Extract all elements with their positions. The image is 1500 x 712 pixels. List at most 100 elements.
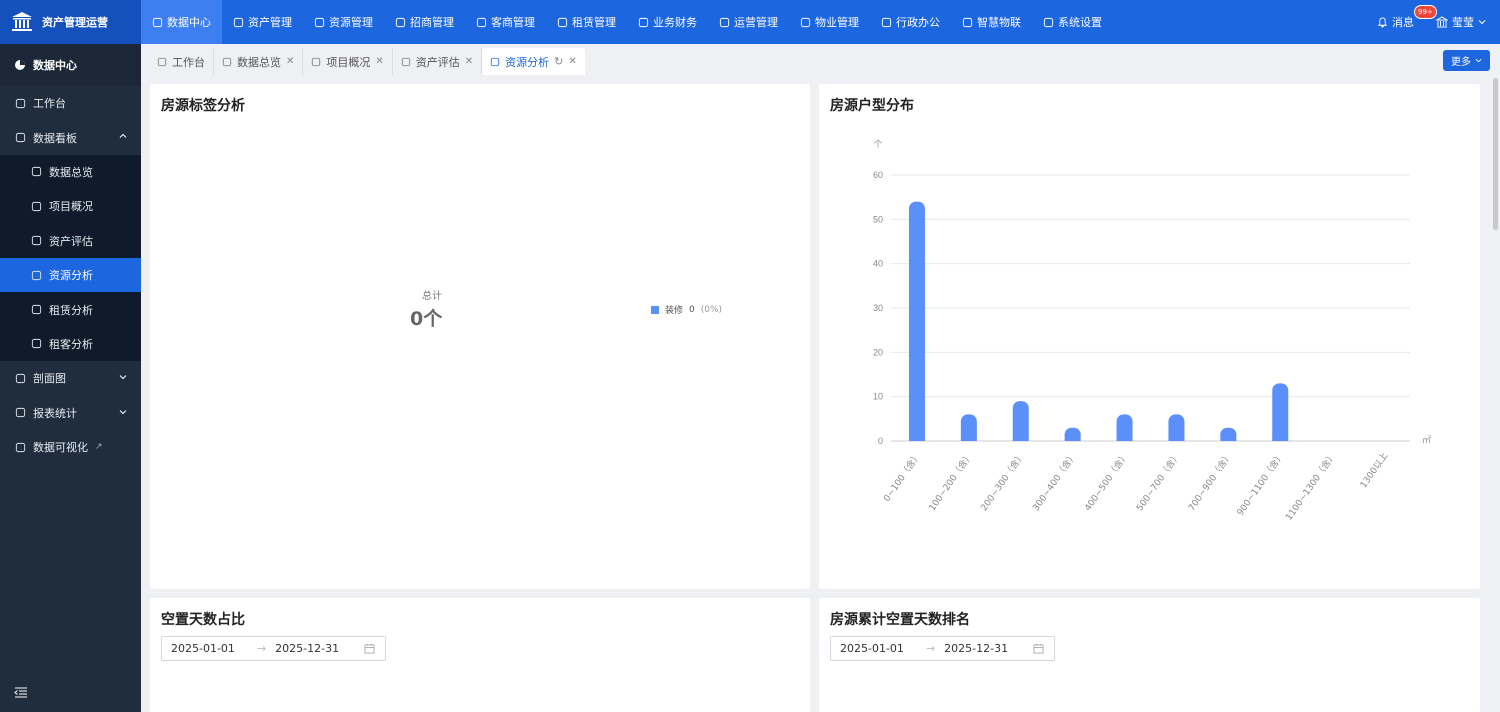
close-icon[interactable]: ✕ — [286, 56, 294, 67]
y-tick-label: 50 — [873, 214, 883, 224]
sidebar-item[interactable]: 租客分析 — [0, 326, 141, 362]
bar-base — [1168, 434, 1185, 441]
nav-item[interactable]: 系统设置 — [1032, 0, 1113, 44]
nav-item-label: 智慧物联 — [977, 16, 1021, 29]
analysis-icon — [31, 270, 42, 280]
date-range-picker[interactable]: 2025-01-01 → 2025-12-31 — [830, 636, 1055, 661]
legend-item[interactable]: 装修 0 (0%) — [651, 303, 722, 316]
start-date[interactable]: 2025-01-01 — [171, 642, 235, 655]
nav-item-label: 资产管理 — [248, 16, 292, 29]
tab-label: 数据总览 — [237, 55, 281, 69]
bar-base — [1220, 434, 1237, 441]
sidebar-item-label: 租赁分析 — [49, 303, 93, 317]
nav-item[interactable]: 资产管理 — [222, 0, 303, 44]
tab[interactable]: 资产评估 ✕ — [393, 48, 483, 75]
refresh-icon[interactable]: ↻ — [554, 55, 563, 68]
bar-base — [1012, 434, 1029, 441]
tab-label: 工作台 — [172, 55, 205, 69]
tab-icon — [157, 57, 167, 66]
bell-icon — [1377, 16, 1388, 28]
sidebar-item-label: 资产评估 — [49, 234, 93, 248]
calendar-icon — [1033, 643, 1044, 654]
nav-item[interactable]: 招商管理 — [384, 0, 465, 44]
sidebar-header[interactable]: 数据中心 — [0, 44, 141, 86]
bank-logo-icon — [12, 12, 32, 31]
tab-icon — [222, 57, 232, 66]
y-tick-label: 30 — [873, 303, 883, 313]
sidebar-item-label: 剖面图 — [33, 372, 66, 386]
pie-chart-icon — [15, 60, 25, 70]
bar-icon — [31, 167, 42, 177]
collapse-menu-icon[interactable] — [14, 686, 28, 700]
home-icon — [557, 17, 568, 27]
card-title: 空置天数占比 — [161, 612, 245, 628]
sidebar-item-label: 数据可视化 — [33, 441, 88, 455]
y-tick-label: 40 — [873, 259, 883, 269]
sidebar-item[interactable]: 数据看板 — [0, 120, 141, 154]
card-title: 房源标签分析 — [161, 98, 245, 114]
brand[interactable]: 资产管理运营 — [0, 0, 141, 44]
total-value: 0个 — [410, 308, 443, 330]
sidebar-item-label: 报表统计 — [33, 406, 77, 420]
sidebar-item[interactable]: 工作台 — [0, 86, 141, 120]
close-icon[interactable]: ✕ — [568, 56, 576, 67]
sidebar-item[interactable]: 报表统计 — [0, 396, 141, 430]
bar-base — [960, 434, 977, 441]
y-tick-label: 60 — [873, 170, 883, 180]
sidebar-item[interactable]: 资产评估 — [0, 223, 141, 258]
cube-icon — [233, 17, 244, 27]
date-range-picker[interactable]: 2025-01-01 → 2025-12-31 — [161, 636, 386, 661]
y-tick-label: 0 — [878, 436, 883, 446]
nav-item[interactable]: 物业管理 — [789, 0, 870, 44]
house-icon — [800, 17, 811, 27]
nav-item[interactable]: 数据中心 — [141, 0, 222, 44]
more-button[interactable]: 更多 — [1443, 50, 1490, 71]
nav-item[interactable]: 行政办公 — [870, 0, 951, 44]
sidebar-item[interactable]: 数据总览 — [0, 154, 141, 190]
external-link-icon: ↗ — [95, 442, 103, 453]
sidebar-item[interactable]: 资源分析 — [0, 257, 141, 293]
nav-item[interactable]: 运营管理 — [708, 0, 789, 44]
total-label: 总计 — [422, 291, 442, 302]
tab-icon — [491, 57, 500, 66]
sidebar: 数据中心 工作台数据看板 数据总览 项目概况资产评估资源分析租赁分析租客分析剖面图报… — [0, 44, 141, 712]
start-date[interactable]: 2025-01-01 — [840, 642, 904, 655]
x-tick-label: 700~900（含） — [1185, 450, 1234, 513]
nav-item[interactable]: 客商管理 — [465, 0, 546, 44]
tag-analysis-card: 房源标签分析 总计 0个 装修 0 (0%) — [150, 84, 810, 589]
sidebar-item-label: 工作台 — [33, 97, 66, 111]
page-scrollbar[interactable] — [1493, 78, 1498, 230]
messages-button[interactable]: 消息 99+ — [1377, 5, 1437, 30]
nav-item[interactable]: 资源管理 — [303, 0, 384, 44]
legend-percent: (0%) — [700, 304, 723, 315]
sidebar-header-label: 数据中心 — [33, 59, 77, 72]
end-date[interactable]: 2025-12-31 — [944, 642, 1008, 655]
atom-icon — [962, 17, 973, 27]
nav-item-label: 业务财务 — [653, 16, 697, 29]
bar — [908, 201, 925, 441]
nav-item[interactable]: 租赁管理 — [546, 0, 627, 44]
end-date[interactable]: 2025-12-31 — [275, 642, 339, 655]
bar-chart: 个 0 10 20 30 40 50 60 ㎡ 0~100（含） 100~200（含） 200~300… — [873, 139, 1431, 523]
chevron-down-icon — [1478, 20, 1486, 25]
nav-item[interactable]: 业务财务 — [627, 0, 708, 44]
legend-name: 装修 — [665, 306, 684, 316]
sidebar-item[interactable]: 租赁分析 — [0, 292, 141, 327]
users-icon — [476, 17, 487, 27]
cube-icon — [15, 373, 26, 383]
sidebar-item[interactable]: 数据可视化 ↗ — [0, 430, 141, 464]
y-tick-label: 10 — [873, 392, 883, 402]
arrow-right-icon: → — [925, 642, 936, 655]
nav-item[interactable]: 智慧物联 — [951, 0, 1032, 44]
bar — [1272, 383, 1289, 441]
sidebar-item[interactable]: 剖面图 — [0, 361, 141, 395]
user-menu[interactable]: 莹莹 — [1436, 14, 1486, 30]
close-icon[interactable]: ✕ — [465, 56, 473, 67]
x-tick-label: 300~400（含） — [1030, 450, 1079, 513]
tab[interactable]: 资源分析 ↻ ✕ — [482, 48, 585, 75]
tab[interactable]: 工作台 — [149, 48, 214, 75]
tab[interactable]: 数据总览 ✕ — [214, 48, 304, 75]
tab[interactable]: 项目概况 ✕ — [303, 48, 393, 75]
sidebar-item[interactable]: 项目概况 — [0, 189, 141, 224]
close-icon[interactable]: ✕ — [375, 56, 383, 67]
